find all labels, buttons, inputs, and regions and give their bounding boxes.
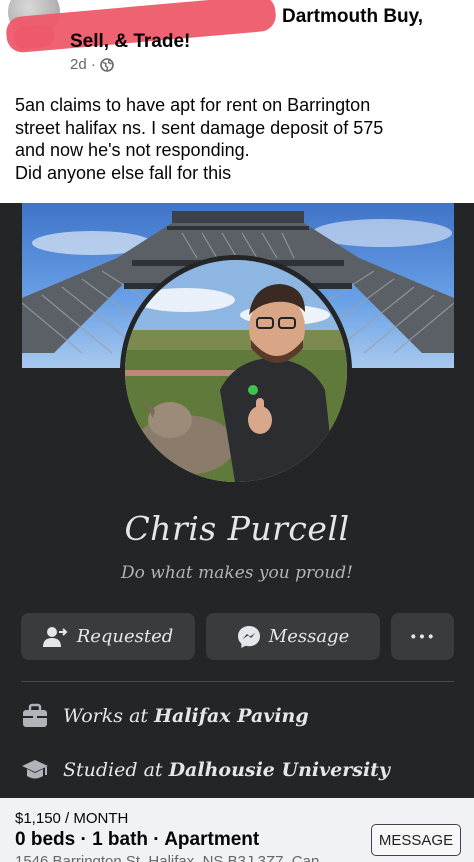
messenger-icon (237, 625, 260, 648)
briefcase-icon (23, 703, 47, 727)
post-text-line: Did anyone else fall for this (15, 162, 232, 183)
message-button[interactable]: Message (206, 613, 380, 660)
work-prefix: Works at (63, 705, 155, 727)
post-header: Dartmouth Buy, Sell, & Trade! 2d · (0, 0, 474, 90)
more-options-button[interactable]: ··· (391, 613, 454, 660)
profile-screenshot: Chris Purcell Do what makes you proud! R… (0, 203, 474, 798)
profile-name: Chris Purcell (124, 509, 350, 548)
education-info: Studied at Dalhousie University (21, 757, 461, 783)
post-text: 5an claims to have apt for rent on Barri… (15, 94, 465, 184)
post-text-line: and now he's not responding. (15, 140, 250, 160)
marketplace-listing[interactable]: $1,150 / MONTH 0 beds · 1 bath · Apartme… (0, 798, 474, 862)
group-name[interactable]: Dartmouth Buy, Sell, & Trade! (70, 4, 470, 54)
post-meta: 2d · (70, 56, 114, 73)
profile-photo[interactable] (120, 255, 352, 487)
person-arrow-icon (42, 626, 68, 647)
work-text: Works at Halifax Paving (63, 705, 309, 727)
listing-address: 1546 Barrington St, Halifax, NS B3J 3Z7,… (15, 853, 320, 862)
post-time[interactable]: 2d · (70, 56, 96, 73)
more-icon: ··· (409, 623, 436, 650)
divider (21, 681, 454, 682)
requested-label: Requested (76, 626, 174, 647)
group-name-line[interactable]: Dartmouth Buy, (70, 4, 470, 29)
post-text-line: 5an claims to have apt for rent on Barri… (15, 95, 371, 115)
group-name-line[interactable]: Sell, & Trade! (70, 29, 470, 54)
requested-button[interactable]: Requested (21, 613, 195, 660)
school-link[interactable]: Dalhousie University (169, 759, 390, 781)
work-info: Works at Halifax Paving (21, 703, 461, 729)
profile-bio: Do what makes you proud! (121, 563, 353, 583)
message-label: Message (268, 626, 350, 647)
school-prefix: Studied at (63, 759, 169, 781)
listing-message-button[interactable]: MESSAGE (371, 824, 461, 856)
post-text-line: street halifax ns. I sent damage deposit… (15, 117, 384, 138)
listing-specs: 0 beds · 1 bath · Apartment (15, 829, 260, 850)
listing-price: $1,150 / MONTH (15, 810, 129, 827)
work-place-link[interactable]: Halifax Paving (154, 705, 309, 727)
globe-icon (100, 57, 114, 72)
graduation-cap-icon (22, 760, 48, 779)
school-text: Studied at Dalhousie University (63, 759, 390, 781)
